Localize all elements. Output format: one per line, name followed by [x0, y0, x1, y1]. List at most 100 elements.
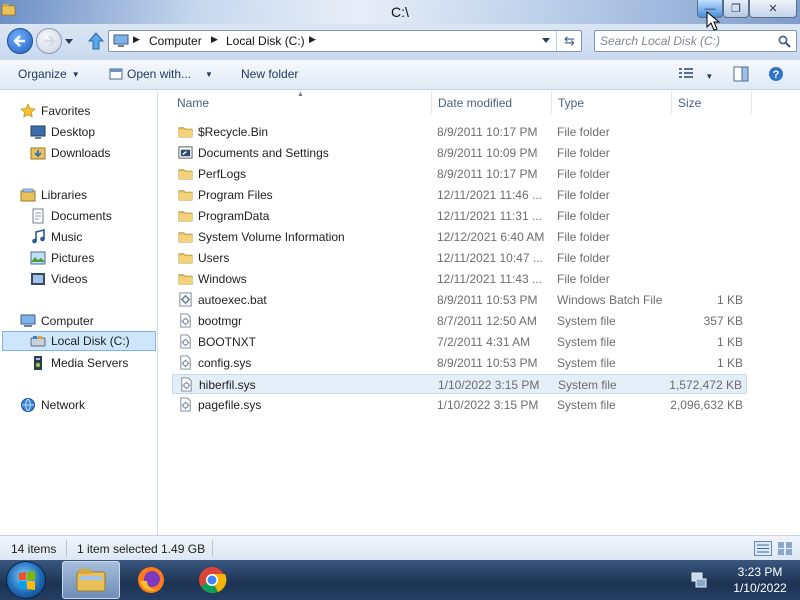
breadcrumb-computer[interactable]: Computer [149, 34, 202, 48]
file-type: File folder [557, 188, 610, 202]
breadcrumb-local-disk[interactable]: Local Disk (C:) [226, 34, 305, 48]
folder-icon [178, 127, 193, 138]
file-type: File folder [557, 125, 610, 139]
close-button[interactable]: ✕ [749, 0, 797, 18]
title-bar[interactable]: C:\ — ❐ ✕ [0, 0, 800, 24]
file-row[interactable]: pagefile.sys 1/10/2022 3:15 PM System file… [172, 395, 747, 415]
nav-computer[interactable]: Computer [20, 311, 94, 331]
back-button[interactable] [7, 28, 33, 54]
nav-local-disk[interactable]: Local Disk (C:) [2, 331, 156, 351]
file-row[interactable]: $Recycle.Bin 8/9/2011 10:17 PM File folder [172, 122, 747, 142]
nav-libraries-label: Libraries [41, 188, 88, 202]
help-icon: ? [769, 67, 783, 81]
file-date-modified: 1/10/2022 3:15 PM [437, 398, 539, 412]
details-view-icon[interactable] [754, 541, 772, 556]
file-row[interactable]: bootmgr 8/7/2011 12:50 AM System file 357 K… [172, 311, 747, 331]
file-date-modified: 8/9/2011 10:17 PM [437, 167, 538, 181]
svg-text:?: ? [773, 69, 780, 81]
nav-pictures[interactable]: Pictures [30, 248, 94, 268]
desktop-icon [30, 125, 46, 139]
column-divider[interactable] [551, 91, 552, 114]
network-icon [21, 398, 35, 412]
file-name: pagefile.sys [198, 398, 262, 412]
system-file-icon [180, 355, 191, 370]
start-button[interactable] [6, 561, 46, 599]
file-size: 1 KB [716, 293, 743, 307]
taskbar-firefox-button[interactable] [122, 561, 180, 599]
search-box[interactable] [594, 30, 797, 52]
column-header-type[interactable]: Type [558, 96, 584, 110]
file-date-modified: 8/9/2011 10:53 PM [437, 293, 538, 307]
file-row[interactable]: Windows 12/11/2021 11:43 ... File folder [172, 269, 747, 289]
preview-pane-button[interactable] [733, 66, 749, 85]
nav-music[interactable]: Music [30, 227, 82, 247]
nav-videos[interactable]: Videos [30, 269, 87, 289]
search-icon[interactable] [778, 35, 791, 48]
change-view-button[interactable]: ▼ [678, 66, 713, 83]
organize-button[interactable]: Organize ▼ [18, 67, 80, 81]
clock-date[interactable]: 1/10/2022 [730, 581, 790, 595]
file-row[interactable]: ProgramData 12/11/2021 11:31 ... File fold… [172, 206, 747, 226]
open-with-button[interactable]: Open with... ▼ [109, 67, 213, 81]
maximize-button[interactable]: ❐ [723, 0, 749, 18]
column-divider[interactable] [431, 91, 432, 114]
address-dropdown-icon[interactable] [541, 35, 551, 45]
large-icons-view-icon[interactable] [777, 541, 793, 556]
column-header-name[interactable]: Name [177, 96, 209, 110]
taskbar-explorer-button[interactable] [62, 561, 120, 599]
file-name: Program Files [198, 188, 273, 202]
file-row[interactable]: Users 12/11/2021 10:47 ... File folder [172, 248, 747, 268]
nav-desktop[interactable]: Desktop [30, 122, 95, 142]
nav-documents-label: Documents [51, 209, 112, 223]
folder-icon [178, 190, 193, 201]
file-name: bootmgr [198, 314, 243, 328]
documents-icon [32, 208, 44, 224]
file-name: config.sys [198, 356, 252, 370]
recent-pages-dropdown-icon[interactable] [64, 36, 74, 46]
file-row[interactable]: hiberfil.sys 1/10/2022 3:15 PM System file… [172, 374, 747, 394]
computer-icon [113, 34, 129, 47]
file-row[interactable]: Documents and Settings 8/9/2011 10:09 PM F… [172, 143, 747, 163]
column-header-size[interactable]: Size [678, 96, 701, 110]
breadcrumb-separator-icon[interactable]: ▶ [133, 34, 140, 45]
file-name: BOOTNXT [198, 335, 257, 349]
search-input[interactable] [600, 34, 770, 48]
refresh-button[interactable]: ⇆ [556, 31, 582, 51]
close-icon: ✕ [768, 3, 778, 15]
breadcrumb-separator-icon[interactable]: ▶ [211, 34, 218, 45]
file-date-modified: 8/7/2011 12:50 AM [437, 314, 537, 328]
open-with-label: Open with... [127, 67, 192, 81]
column-header-date[interactable]: Date modified [438, 96, 512, 110]
file-row[interactable]: config.sys 8/9/2011 10:53 PM System file 1 … [172, 353, 747, 373]
nav-documents[interactable]: Documents [30, 206, 112, 226]
file-row[interactable]: Program Files 12/11/2021 11:46 ... File fo… [172, 185, 747, 205]
nav-libraries[interactable]: Libraries [20, 185, 87, 205]
application-window-icon [109, 68, 123, 80]
star-icon [20, 103, 36, 118]
file-row[interactable]: autoexec.bat 8/9/2011 10:53 PM Windows Bat… [172, 290, 747, 310]
computer-icon [20, 314, 36, 327]
nav-media-servers[interactable]: Media Servers [30, 353, 128, 373]
file-row[interactable]: BOOTNXT 7/2/2011 4:31 AM System file 1 KB [172, 332, 747, 352]
clock-time[interactable]: 3:23 PM [730, 565, 790, 579]
file-type: File folder [557, 230, 610, 244]
new-folder-button[interactable]: New folder [241, 67, 298, 81]
up-arrow-icon[interactable] [88, 32, 104, 50]
nav-downloads[interactable]: Downloads [30, 143, 110, 163]
nav-favorites[interactable]: Favorites [20, 101, 90, 121]
file-row[interactable]: System Volume Information 12/12/2021 6:40… [172, 227, 747, 247]
column-divider[interactable] [671, 91, 672, 114]
help-button[interactable]: ? [768, 66, 784, 85]
column-divider[interactable] [751, 91, 752, 114]
breadcrumb-separator-icon[interactable]: ▶ [309, 34, 316, 45]
system-file-icon [180, 334, 191, 349]
file-row[interactable]: PerfLogs 8/9/2011 10:17 PM File folder [172, 164, 747, 184]
file-type: System file [557, 335, 616, 349]
file-name: ProgramData [198, 209, 270, 223]
nav-network[interactable]: Network [20, 395, 85, 415]
network-status-icon[interactable] [691, 572, 707, 588]
file-type: System file [558, 378, 617, 392]
forward-button[interactable] [36, 28, 62, 54]
taskbar-chrome-button[interactable] [183, 561, 241, 599]
address-bar[interactable]: ▶ Computer ▶ Local Disk (C:) ▶ ⇆ [108, 30, 582, 52]
